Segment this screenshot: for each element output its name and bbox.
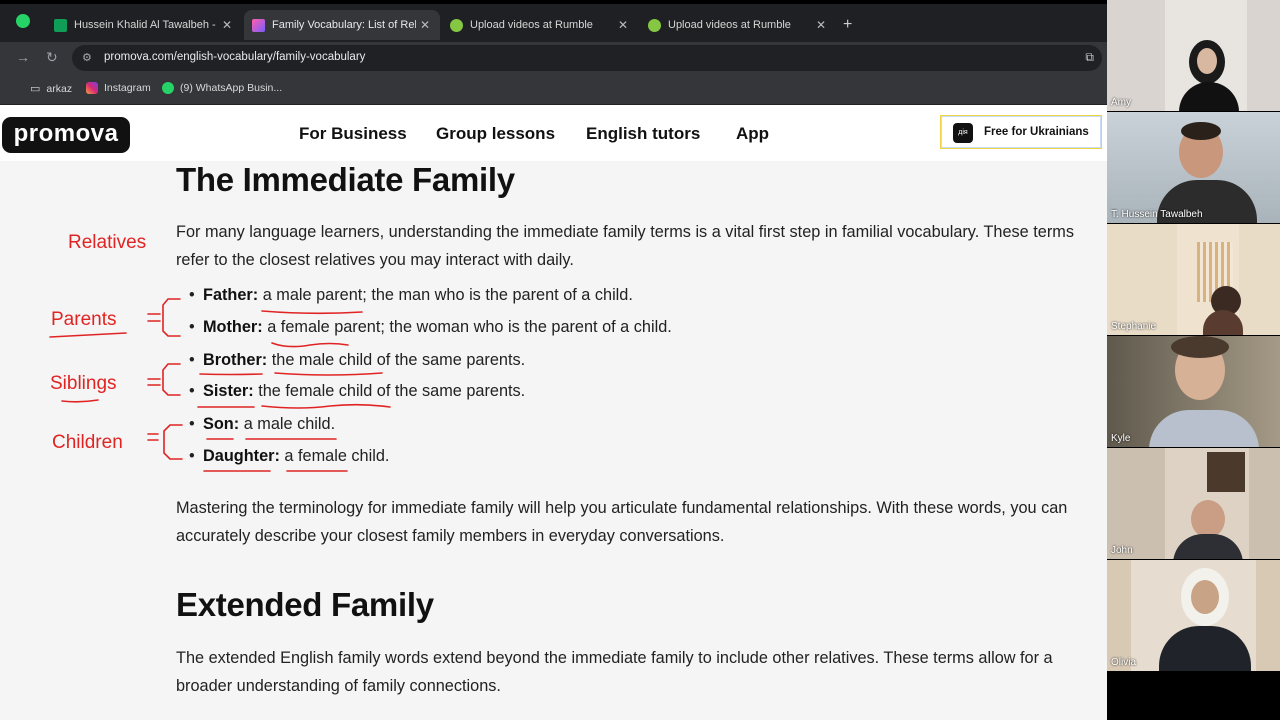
folder-icon: ▭ — [30, 83, 41, 95]
video-tile-kyle[interactable]: Kyle — [1107, 336, 1280, 447]
bookmark-label: arkaz — [46, 82, 73, 95]
video-tile-john[interactable]: John — [1107, 448, 1280, 559]
instagram-icon — [86, 82, 98, 94]
participant-name: John — [1111, 545, 1133, 556]
article-content: The Immediate Family For many language l… — [0, 161, 1107, 720]
bookmark-whatsapp[interactable]: (9) WhatsApp Busin... — [162, 82, 282, 94]
participant-name: T. Hussein Tawalbeh — [1111, 209, 1203, 220]
rumble-icon — [648, 18, 661, 32]
bracket-children — [163, 424, 183, 460]
bracket-parents-equals — [147, 313, 161, 322]
reload-icon[interactable]: ↻ — [46, 49, 58, 66]
underline-brother — [199, 373, 263, 376]
bookmark-label: Instagram — [104, 82, 151, 94]
bookmarks-bar: ▭ arkaz Instagram (9) WhatsApp Busin... — [0, 74, 1107, 105]
browser-toolbar: → ↻ ⚙ promova.com/english-vocabulary/fam… — [0, 42, 1107, 74]
close-tab-icon[interactable]: ✕ — [416, 18, 434, 32]
nav-english-tutors[interactable]: English tutors — [586, 124, 700, 144]
bracket-parents — [162, 298, 181, 337]
url-text: promova.com/english-vocabulary/family-vo… — [104, 51, 366, 63]
tab-spreadsheet[interactable]: Hussein Khalid Al Tawalbeh - G ✕ — [46, 10, 242, 40]
tab-title: Upload videos at Rumble — [668, 19, 791, 31]
browser-window: Hussein Khalid Al Tawalbeh - G ✕ Family … — [0, 0, 1107, 720]
underline-parents — [49, 332, 127, 338]
bookmark-instagram[interactable]: Instagram — [86, 82, 151, 94]
promova-icon — [252, 18, 265, 32]
tab-family-vocabulary[interactable]: Family Vocabulary: List of Relati ✕ — [244, 10, 440, 40]
free-for-ukrainians-button[interactable]: дія Free for Ukrainians — [940, 115, 1102, 149]
video-tile-olivia[interactable]: Olivia — [1107, 560, 1280, 671]
participant-name: Olivia — [1111, 657, 1137, 668]
rumble-icon — [450, 18, 463, 32]
close-tab-icon[interactable]: ✕ — [614, 18, 632, 32]
participant-name: Amy — [1111, 97, 1131, 108]
underline-siblings — [61, 399, 99, 403]
install-app-icon[interactable]: ⧉ — [1085, 50, 1094, 65]
bookmark-arkaz[interactable]: ▭ arkaz — [30, 82, 73, 96]
sheets-icon — [54, 18, 67, 32]
video-tile-stephanie[interactable]: Stephanie — [1107, 224, 1280, 335]
handwritten-annotations — [49, 298, 391, 472]
close-tab-icon[interactable]: ✕ — [812, 18, 830, 32]
participant-name: Stephanie — [1111, 321, 1157, 332]
nav-app[interactable]: App — [736, 124, 769, 144]
promova-logo[interactable]: promova — [2, 117, 130, 153]
underline-male-parent — [261, 310, 363, 315]
participant-name: Kyle — [1111, 433, 1131, 444]
close-tab-icon[interactable]: ✕ — [218, 18, 236, 32]
address-bar[interactable]: ⚙ promova.com/english-vocabulary/family-… — [72, 45, 1102, 71]
video-tile-hussein[interactable]: T. Hussein Tawalbeh — [1107, 112, 1280, 223]
site-header: promova For Business Group lessons Engli… — [0, 105, 1107, 161]
underline-male-child — [274, 372, 383, 376]
tab-title: Family Vocabulary: List of Relati — [272, 19, 416, 31]
underline-female-child — [261, 403, 391, 409]
tab-title: Hussein Khalid Al Tawalbeh - G — [74, 19, 218, 31]
tab-title: Upload videos at Rumble — [470, 19, 593, 31]
bracket-siblings — [162, 363, 181, 396]
forward-icon[interactable]: → — [16, 49, 30, 65]
video-tile-amy[interactable]: Amy — [1107, 0, 1280, 111]
whatsapp-icon — [162, 82, 174, 94]
nav-group-lessons[interactable]: Group lessons — [436, 124, 555, 144]
bookmark-label: (9) WhatsApp Busin... — [180, 82, 283, 94]
tab-rumble-1[interactable]: Upload videos at Rumble ✕ — [442, 10, 638, 40]
underline-female-parent — [271, 342, 349, 348]
diia-icon: дія — [953, 123, 973, 143]
tab-rumble-2[interactable]: Upload videos at Rumble ✕ — [640, 10, 836, 40]
nav-for-business[interactable]: For Business — [299, 124, 407, 144]
bracket-siblings-equals — [147, 378, 161, 386]
new-tab-button[interactable]: + — [843, 16, 852, 34]
tab-strip: Hussein Khalid Al Tawalbeh - G ✕ Family … — [0, 0, 1107, 42]
whatsapp-tab-icon[interactable] — [16, 14, 30, 28]
free-for-ukrainians-label: Free for Ukrainians — [984, 126, 1089, 138]
site-info-icon[interactable]: ⚙ — [82, 51, 92, 64]
bracket-children-equals — [147, 433, 159, 441]
